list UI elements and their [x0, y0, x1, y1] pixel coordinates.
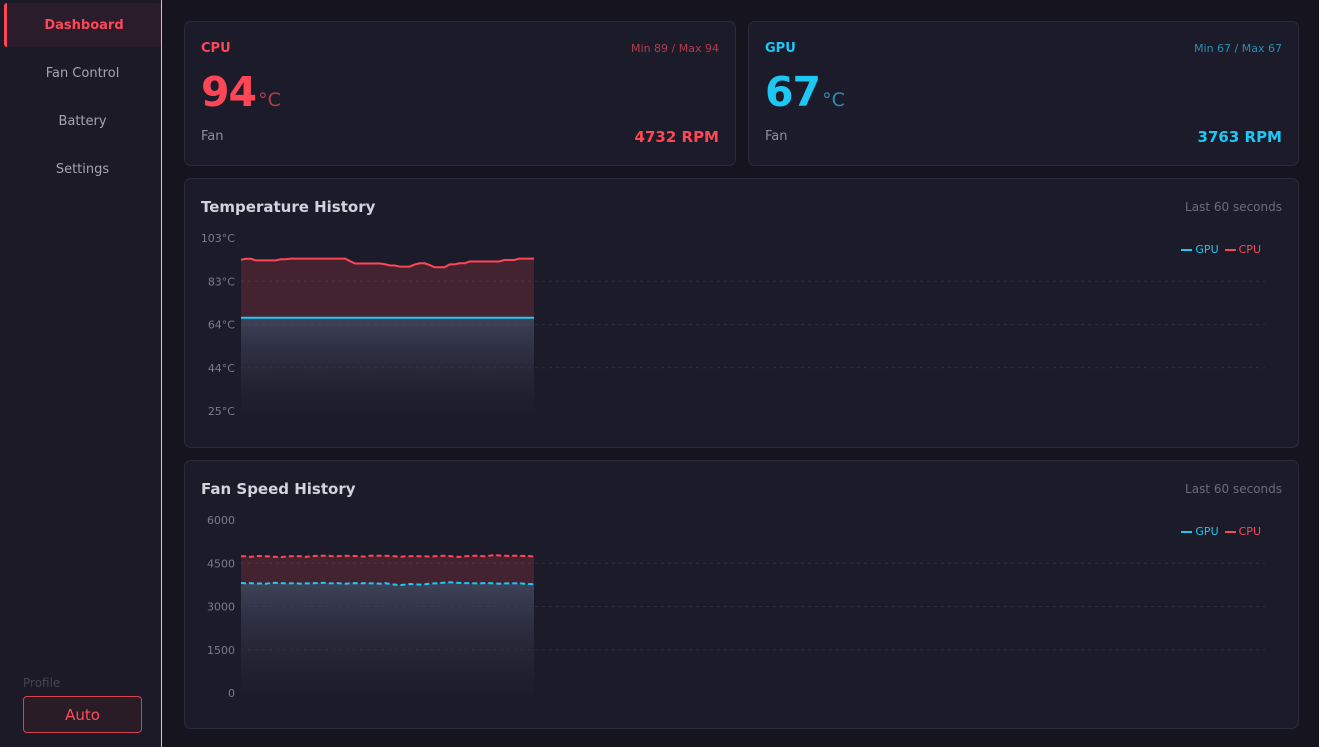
cpu-temperature: 94 °C	[201, 66, 281, 126]
y-tick-label: 6000	[207, 514, 235, 527]
gpu-area	[241, 582, 534, 693]
sidebar-item-label: Settings	[55, 161, 110, 177]
y-tick-label: 0	[228, 687, 235, 700]
profile-label: Profile	[23, 676, 61, 690]
gpu-label: GPU	[765, 41, 796, 56]
y-tick-label: 25°C	[208, 405, 235, 418]
gpu-temperature: 67 °C	[765, 66, 845, 126]
cpu-fan-rpm: 4732 RPM	[634, 128, 719, 146]
gpu-temp-unit: °C	[822, 89, 845, 111]
sidebar-item-dashboard[interactable]: Dashboard	[4, 3, 161, 47]
y-tick-label: 44°C	[208, 362, 235, 375]
cpu-card: CPU Min 89 / Max 94 94 °C Fan 4732 RPM	[184, 21, 736, 166]
cpu-temp-value: 94	[201, 68, 257, 116]
profile-button[interactable]: Auto	[23, 696, 142, 733]
y-tick-label: 83°C	[208, 275, 235, 288]
cpu-temp-unit: °C	[258, 89, 281, 111]
cpu-fan-label: Fan	[201, 129, 224, 144]
y-tick-label: 103°C	[201, 232, 235, 245]
y-tick-label: 64°C	[208, 319, 235, 332]
cpu-area	[241, 554, 534, 586]
gpu-fan-label: Fan	[765, 129, 788, 144]
sidebar-item-label: Fan Control	[45, 65, 120, 81]
fan-speed-chart: 6000 4500 3000 1500 0	[207, 514, 1265, 700]
sidebar-item-fan-control[interactable]: Fan Control	[4, 51, 161, 95]
sidebar-item-battery[interactable]: Battery	[4, 99, 161, 143]
cpu-area	[241, 258, 534, 318]
sidebar: Dashboard Fan Control Battery Settings P…	[0, 0, 162, 747]
temperature-history-card: Temperature History Last 60 seconds GPU …	[184, 178, 1299, 448]
gpu-fan-rpm: 3763 RPM	[1197, 128, 1282, 146]
y-tick-label: 3000	[207, 601, 235, 614]
temperature-chart: 103°C 83°C 64°C 44°C 25°C	[201, 232, 1265, 418]
sidebar-item-label: Dashboard	[44, 17, 124, 33]
gpu-minmax: Min 67 / Max 67	[1194, 42, 1282, 55]
y-tick-label: 4500	[207, 557, 235, 570]
cpu-label: CPU	[201, 41, 231, 56]
sidebar-item-settings[interactable]: Settings	[4, 147, 161, 191]
y-tick-label: 1500	[207, 644, 235, 657]
fan-speed-history-card: Fan Speed History Last 60 seconds GPU CP…	[184, 460, 1299, 729]
gpu-area	[241, 317, 534, 411]
sidebar-item-label: Battery	[58, 113, 107, 129]
gpu-temp-value: 67	[765, 68, 821, 116]
gpu-card: GPU Min 67 / Max 67 67 °C Fan 3763 RPM	[748, 21, 1299, 166]
cpu-minmax: Min 89 / Max 94	[631, 42, 719, 55]
